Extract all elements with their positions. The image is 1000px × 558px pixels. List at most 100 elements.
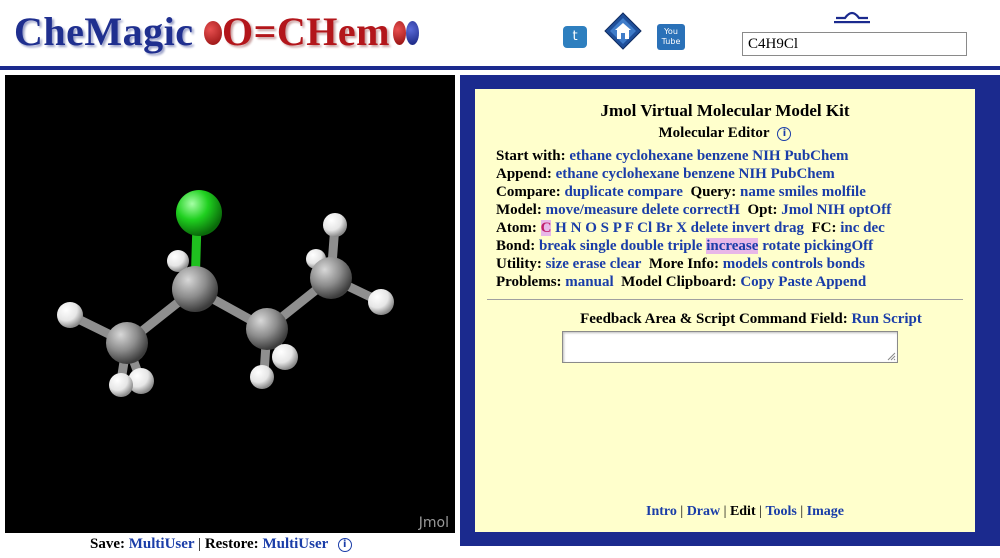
menu-link-problems-paste[interactable]: Paste	[778, 274, 812, 290]
menu-link-utility-controls[interactable]: controls	[771, 256, 822, 272]
menu-link-bond-break[interactable]: break	[539, 238, 576, 254]
info-icon[interactable]: i	[777, 126, 792, 141]
script-command-field[interactable]	[562, 331, 898, 363]
save-restore-separator: |	[198, 536, 202, 552]
nav-tab-image[interactable]: Image	[807, 504, 844, 519]
carbon-atom[interactable]	[172, 266, 218, 312]
search-input[interactable]	[742, 32, 967, 56]
nav-tab-intro[interactable]: Intro	[646, 504, 677, 519]
menu-link-utility-size[interactable]: size	[546, 256, 569, 272]
home-icon[interactable]	[604, 12, 642, 50]
menu-link-atom-drag[interactable]: drag	[774, 220, 804, 236]
nav-tab-tools[interactable]: Tools	[765, 504, 796, 519]
menu-link-compare-compare[interactable]: compare	[627, 184, 683, 200]
menu-label-problems: Problems:	[496, 274, 562, 290]
menu-link-atom-dec[interactable]: dec	[863, 220, 885, 236]
menu-link-model-correcth[interactable]: correctH	[683, 202, 740, 218]
menu-link-model-move-measure[interactable]: move/measure	[546, 202, 638, 218]
menu-link-compare-duplicate[interactable]: duplicate	[564, 184, 623, 200]
menu-link-problems-manual[interactable]: manual	[565, 274, 613, 290]
menu-link-atom-cl[interactable]: Cl	[637, 220, 652, 236]
menu-link-utility-bonds[interactable]: bonds	[827, 256, 865, 272]
menu-label-append: Append:	[496, 166, 552, 182]
chlorine-atom[interactable]	[176, 190, 222, 236]
menu-link-atom-s[interactable]: S	[601, 220, 609, 236]
molecule-model[interactable]	[5, 75, 455, 533]
menu-row-start: Start with: ethane cyclohexane benzene N…	[496, 147, 966, 165]
menu-label-bond: Bond:	[496, 238, 536, 254]
menu-link-start-benzene[interactable]: benzene	[697, 148, 749, 164]
menu-link-compare-molfile[interactable]: molfile	[822, 184, 866, 200]
menu-link-bond-pickingoff[interactable]: pickingOff	[804, 238, 873, 254]
menu-link-compare-smiles[interactable]: smiles	[779, 184, 818, 200]
run-script-link[interactable]: Run Script	[851, 311, 921, 327]
menu-link-append-cyclohexane[interactable]: cyclohexane	[602, 166, 679, 182]
restore-multiuser-link[interactable]: MultiUser	[262, 536, 328, 552]
youtube-icon[interactable]: You Tube	[657, 24, 685, 50]
menu-label-start: Start with:	[496, 148, 566, 164]
jmol-viewer[interactable]: Jmol	[5, 75, 455, 533]
menu-link-bond-triple[interactable]: triple	[667, 238, 702, 254]
menu-link-utility-models[interactable]: models	[723, 256, 768, 272]
feedback-label-text: Feedback Area & Script Command Field:	[580, 311, 848, 327]
hydrogen-atom[interactable]	[272, 344, 298, 370]
save-label: Save:	[90, 536, 125, 552]
libra-icon[interactable]	[830, 8, 874, 26]
menu-link-atom-invert[interactable]: invert	[732, 220, 770, 236]
save-multiuser-link[interactable]: MultiUser	[129, 536, 195, 552]
menu-link-bond-double[interactable]: double	[620, 238, 663, 254]
menu-link-append-ethane[interactable]: ethane	[556, 166, 599, 182]
menu-link-append-nih[interactable]: NIH	[739, 166, 767, 182]
logo-text-ochem: O=CHem	[222, 9, 390, 54]
carbon-atom[interactable]	[106, 322, 148, 364]
menu-link-atom-delete[interactable]: delete	[691, 220, 728, 236]
hydrogen-atom[interactable]	[250, 365, 274, 389]
hydrogen-atom[interactable]	[368, 289, 394, 315]
menu-link-atom-f[interactable]: F	[625, 220, 634, 236]
menu-link-start-pubchem[interactable]: PubChem	[784, 148, 848, 164]
menu-link-atom-h[interactable]: H	[555, 220, 567, 236]
menu-link-atom-o[interactable]: O	[585, 220, 597, 236]
carbon-atom[interactable]	[246, 308, 288, 350]
menu-label2-utility: More Info:	[648, 256, 719, 272]
menu-link-bond-single[interactable]: single	[580, 238, 617, 254]
info-icon[interactable]: i	[337, 537, 352, 552]
hydrogen-atom[interactable]	[323, 213, 347, 237]
menu-link-start-ethane[interactable]: ethane	[569, 148, 612, 164]
menu-link-start-nih[interactable]: NIH	[752, 148, 780, 164]
menu-link-append-pubchem[interactable]: PubChem	[771, 166, 835, 182]
menu-row-utility: Utility: size erase clear More Info: mod…	[496, 255, 966, 273]
menu-link-utility-erase[interactable]: erase	[573, 256, 606, 272]
menu-link-utility-clear[interactable]: clear	[610, 256, 642, 272]
menu-link-atom-x[interactable]: X	[676, 220, 687, 236]
resize-grip-icon[interactable]	[887, 352, 896, 361]
menu-link-start-cyclohexane[interactable]: cyclohexane	[616, 148, 693, 164]
menu-link-model-optoff[interactable]: optOff	[849, 202, 892, 218]
nav-separator: |	[720, 504, 730, 519]
menu-link-problems-append[interactable]: Append	[815, 274, 866, 290]
menu-link-atom-n[interactable]: N	[571, 220, 582, 236]
menu-link-model-nih[interactable]: NIH	[817, 202, 845, 218]
nav-tab-edit: Edit	[729, 504, 756, 519]
menu-link-bond-rotate[interactable]: rotate	[762, 238, 800, 254]
carbon-atom[interactable]	[310, 257, 352, 299]
menu-link-compare-name[interactable]: name	[740, 184, 775, 200]
menu-link-model-delete[interactable]: delete	[642, 202, 679, 218]
menu-link-atom-p[interactable]: P	[613, 220, 621, 236]
nav-tab-draw[interactable]: Draw	[687, 504, 720, 519]
menu-row-bond: Bond: break single double triple increas…	[496, 237, 966, 255]
menu-link-atom-inc[interactable]: inc	[840, 220, 859, 236]
menu-row-append: Append: ethane cyclohexane benzene NIH P…	[496, 165, 966, 183]
hydrogen-atom[interactable]	[57, 302, 83, 328]
site-logo[interactable]: CheMagic O=CHem	[14, 8, 419, 55]
menu-link-model-jmol[interactable]: Jmol	[781, 202, 813, 218]
restore-label: Restore:	[204, 536, 259, 552]
menu-link-problems-copy[interactable]: Copy	[740, 274, 774, 290]
menu-link-atom-c[interactable]: C	[540, 220, 552, 236]
menu-link-atom-br[interactable]: Br	[656, 220, 672, 236]
menu-link-bond-increase[interactable]: increase	[706, 238, 759, 254]
twitter-icon[interactable]: t	[563, 26, 587, 48]
menu-link-append-benzene[interactable]: benzene	[683, 166, 735, 182]
hydrogen-atom[interactable]	[109, 373, 133, 397]
kit-bottom-nav: Intro | Draw | Edit | Tools | Image	[475, 504, 975, 520]
